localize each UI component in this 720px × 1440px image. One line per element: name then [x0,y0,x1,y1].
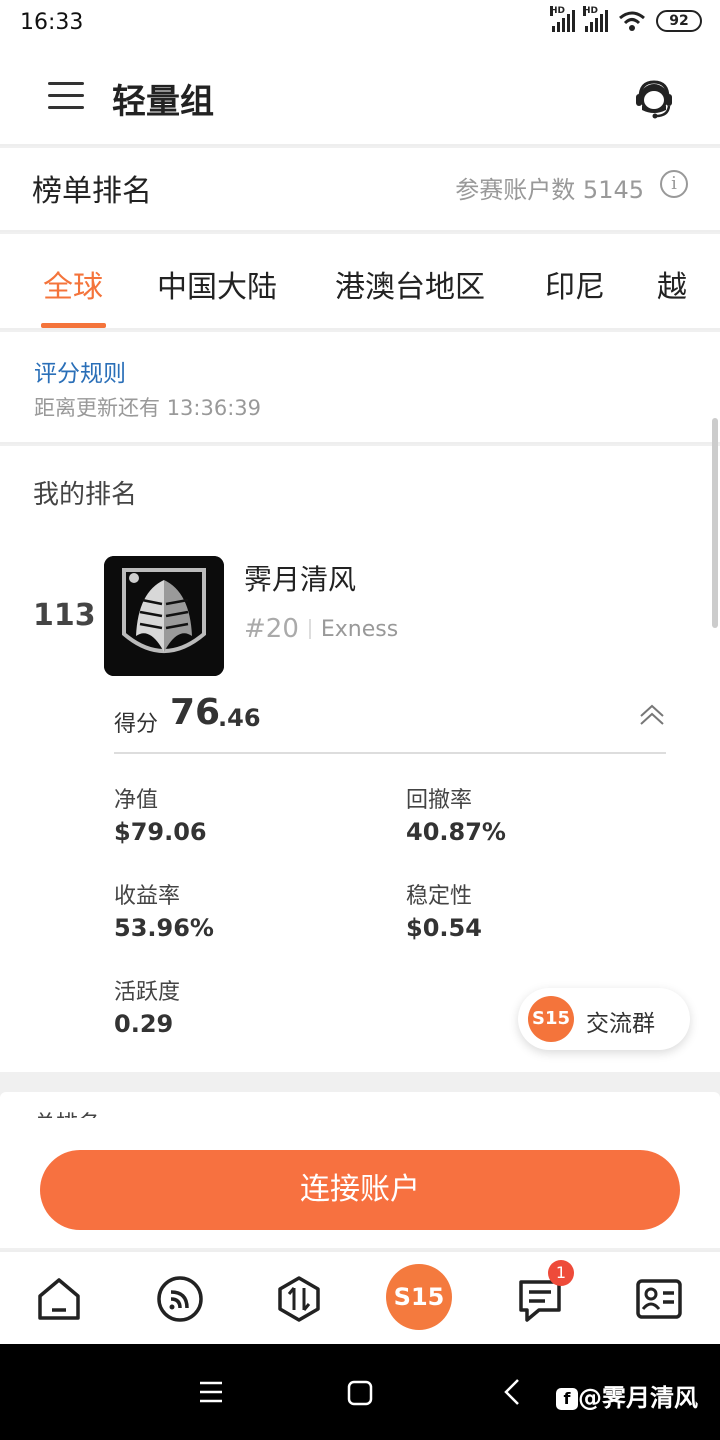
metric-value-stability: $0.54 [406,914,482,942]
scrollbar[interactable] [712,418,718,628]
countdown-value: 13:36:39 [166,396,262,420]
customer-service-icon[interactable] [632,76,676,120]
my-rank-card: 我的排名 113 霁月清风 #20 Exness 得分 76 .46 净值 $7… [0,446,720,1072]
metric-label-return: 收益率 [114,884,181,909]
back-icon[interactable] [502,1378,522,1406]
tab-vietnam[interactable]: 越 [657,262,687,306]
broker-name: Exness [320,616,399,642]
s15-nav-button[interactable]: S15 [386,1264,452,1330]
user-name: 霁月清风 [244,563,357,596]
rank-number: 113 [33,598,96,633]
feed-icon[interactable] [155,1274,205,1324]
system-nav-bar: f @霁月清风 [0,1344,720,1440]
group-rank: #20 [244,614,299,644]
rules-section: 评分规则 距离更新还有 13:36:39 [0,332,720,444]
info-icon[interactable]: i [660,170,688,198]
weibo-logo-icon: f [556,1388,578,1410]
tab-mainland-china[interactable]: 中国大陆 [157,262,277,306]
wifi-icon [619,11,645,31]
tab-hk-macau-taiwan[interactable]: 港澳台地区 [335,262,485,306]
active-tab-indicator [41,323,106,328]
metric-label-equity: 净值 [114,788,159,813]
region-tabs: 全球 中国大陆 港澳台地区 印尼 越 [0,234,720,330]
home-icon[interactable] [34,1274,84,1324]
metric-label-drawdown: 回撤率 [406,788,473,813]
home-square-icon[interactable] [347,1380,373,1406]
score-label: 得分 [114,712,159,737]
recents-menu-icon[interactable] [198,1380,224,1404]
participants-count: 参赛账户数 5145 [455,170,644,205]
watermark-text: @霁月清风 [578,1384,698,1412]
divider [308,619,311,639]
chat-group-button[interactable]: S15 交流群 [518,988,690,1050]
score-row: 得分 76 .46 [114,686,666,754]
score-decimal: .46 [218,704,261,732]
app-header: 轻量组 [0,48,720,146]
my-rank-title: 我的排名 [33,480,138,510]
menu-icon[interactable] [48,82,84,110]
message-badge: 1 [548,1260,574,1286]
chat-group-label: 交流群 [586,1011,655,1037]
ranking-bar: 榜单排名 参赛账户数 5145 i [0,148,720,232]
battery-indicator: 92 [656,10,702,32]
scoring-rules-link[interactable]: 评分规则 [34,354,126,388]
tab-global[interactable]: 全球 [43,262,103,306]
metric-value-drawdown: 40.87% [406,818,506,846]
signal-icon-2: HD [583,6,608,32]
participants-value: 5145 [582,176,644,204]
watermark: f @霁月清风 [556,1378,698,1413]
countdown-label: 距离更新还有 [34,396,160,420]
metric-label-stability: 稳定性 [406,884,473,909]
status-bar: 16:33 HD HD 92 [0,0,720,48]
page-title: 轻量组 [112,82,214,122]
connect-account-button[interactable]: 连接账户 [40,1150,680,1230]
user-meta: #20 Exness [244,614,398,644]
avatar[interactable] [104,556,224,676]
bottom-nav: S15 1 [0,1250,720,1344]
trade-icon[interactable] [274,1274,324,1324]
profile-card-icon[interactable] [634,1274,684,1324]
s15-logo-icon: S15 [528,996,574,1042]
metric-value-return: 53.96% [114,914,214,942]
ranking-title: 榜单排名 [32,174,152,209]
chevron-up-icon[interactable] [638,702,666,730]
participants-label: 参赛账户数 [455,176,576,204]
status-icons: HD HD 92 [550,6,702,32]
connect-bar: 连接账户 [0,1118,720,1248]
status-time: 16:33 [20,10,84,35]
metric-label-activity: 活跃度 [114,980,181,1005]
metric-value-activity: 0.29 [114,1010,174,1038]
wings-emblem-icon [104,556,224,676]
score-integer: 76 [170,692,221,733]
tab-indonesia[interactable]: 印尼 [545,262,605,306]
metric-value-equity: $79.06 [114,818,207,846]
signal-icon: HD [550,6,575,32]
update-countdown: 距离更新还有 13:36:39 [34,392,261,422]
